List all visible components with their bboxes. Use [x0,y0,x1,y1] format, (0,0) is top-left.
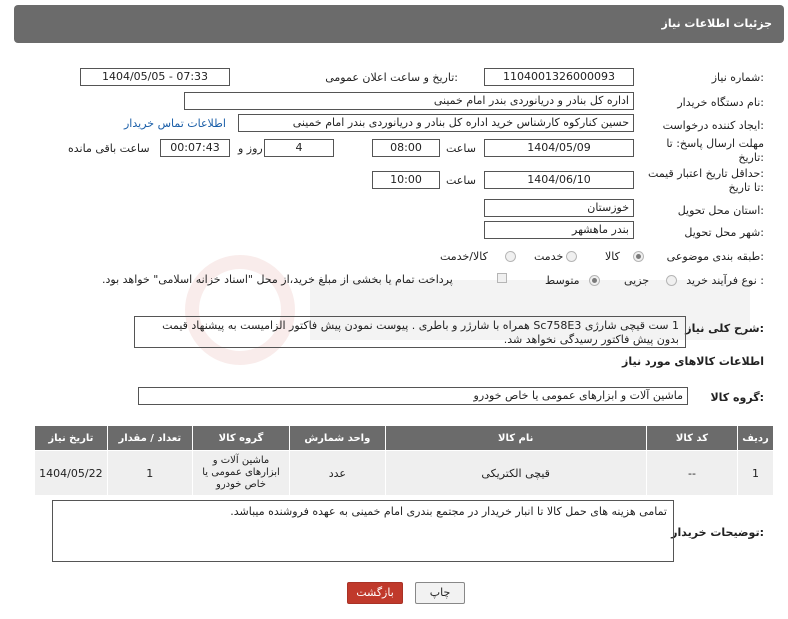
creator-field[interactable]: حسین کنارکوه کارشناس خرید اداره کل بنادر… [238,114,634,132]
cell-quantity: 1 [106,450,193,496]
buyer-notes-field[interactable]: تمامی هزینه های حمل کالا تا انبار خریدار… [52,500,674,562]
goods-table: تاریخ نیاز تعداد / مقدار گروه کالا واحد … [34,425,774,496]
treasury-payment-note: پرداخت تمام یا بخشی از مبلغ خرید،از محل … [102,273,453,286]
cell-goods-code: -- [645,450,739,496]
process-option-minor: جزیی [624,274,650,287]
category-option-goods-service: کالا/خدمت [440,250,488,263]
process-option-medium: متوسط [545,274,580,287]
city-label: شهر محل تحویل: [684,226,764,239]
process-label: نوع فرآیند خرید : [686,274,764,287]
buyer-contact-link[interactable]: اطلاعات تماس خریدار [124,117,226,130]
validity-date-field[interactable]: 1404/06/10 [484,171,634,189]
reply-time-field[interactable]: 08:00 [372,139,440,157]
reply-deadline-label-1: مهلت ارسال پاسخ: تا [666,137,764,150]
col-goods-group: گروه کالا [191,425,291,451]
description-field[interactable]: 1 ست قیچی شارژی Sc758E3 همراه با شارژر و… [134,316,686,348]
category-label: طبقه بندی موضوعی: [666,250,764,263]
panel-header: جزئیات اطلاعات نیاز [14,5,784,43]
announce-label: تاریخ و ساعت اعلان عمومی: [325,71,458,84]
category-radio-goods[interactable] [633,251,644,262]
buyer-org-label: نام دستگاه خریدار: [677,96,764,109]
col-row-number: ردیف [737,425,774,451]
cell-goods-name: قیچی الکتریکی [384,450,647,496]
days-label: روز و [238,142,263,155]
category-radio-goods-service[interactable] [505,251,516,262]
goods-group-field[interactable]: ماشین آلات و ابزارهای عمومی یا خاص خودرو [138,387,688,405]
goods-section-title: اطلاعات کالاهای مورد نیاز [622,355,764,368]
reply-time-label: ساعت [446,142,476,155]
validity-time-label: ساعت [446,174,476,187]
buyer-org-field[interactable]: اداره کل بنادر و دریانوردی بندر امام خمی… [184,92,634,110]
reply-deadline-label-2: تاریخ: [738,151,764,164]
page-title: جزئیات اطلاعات نیاز [661,17,773,30]
reply-date-field[interactable]: 1404/05/09 [484,139,634,157]
cell-goods-group: ماشین آلات و ابزارهای عمومی یا خاص خودرو [191,450,291,496]
province-label: استان محل تحویل: [677,204,764,217]
col-need-date: تاریخ نیاز [34,425,108,451]
category-option-goods: کالا [605,250,620,263]
category-option-service: خدمت [534,250,564,263]
days-field[interactable]: 4 [264,139,334,157]
goods-table-header: تاریخ نیاز تعداد / مقدار گروه کالا واحد … [34,425,774,451]
cell-row-number: 1 [737,450,774,496]
back-button[interactable]: بازگشت [347,582,403,604]
creator-label: ایجاد کننده درخواست: [662,119,764,132]
table-row[interactable]: 1404/05/22 1 ماشین آلات و ابزارهای عمومی… [34,450,774,496]
province-field[interactable]: خوزستان [484,199,634,217]
treasury-payment-checkbox[interactable] [497,273,507,283]
remaining-time-field[interactable]: 00:07:43 [160,139,230,157]
col-goods-name: نام کالا [384,425,647,451]
buyer-notes-label: توضیحات خریدار: [671,526,764,539]
col-goods-code: کد کالا [645,425,739,451]
print-button[interactable]: چاپ [415,582,465,604]
col-quantity: تعداد / مقدار [106,425,193,451]
need-number-field[interactable]: 1104001326000093 [484,68,634,86]
announce-field[interactable]: 1404/05/05 - 07:33 [80,68,230,86]
description-label: شرح کلی نیاز: [685,322,764,335]
process-radio-medium[interactable] [589,275,600,286]
validity-label-2: تا تاریخ: [728,181,764,194]
goods-group-label: گروه کالا: [710,391,764,404]
validity-label-1: حداقل تاریخ اعتبار قیمت: [648,167,764,180]
remaining-time-label: ساعت باقی مانده [68,142,150,155]
validity-time-field[interactable]: 10:00 [372,171,440,189]
col-unit: واحد شمارش [289,425,386,451]
need-number-label: شماره نیاز: [711,71,764,84]
cell-unit: عدد [289,450,386,496]
city-field[interactable]: بندر ماهشهر [484,221,634,239]
cell-need-date: 1404/05/22 [34,450,108,496]
process-radio-minor[interactable] [666,275,677,286]
category-radio-service[interactable] [566,251,577,262]
aria-tender-watermark [185,255,750,365]
